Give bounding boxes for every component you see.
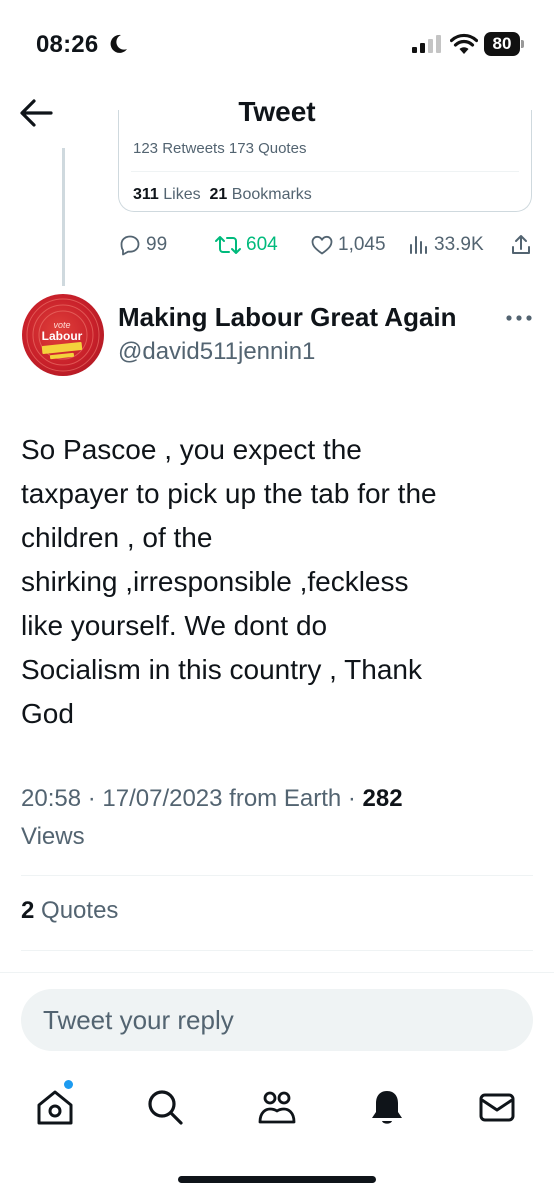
like-action[interactable]: 1,045 bbox=[310, 230, 386, 260]
tab-notifications[interactable] bbox=[366, 1086, 408, 1128]
more-options-icon[interactable] bbox=[505, 314, 533, 322]
views-number: 282 bbox=[362, 785, 403, 812]
heart-icon bbox=[311, 235, 333, 255]
views-label: Views bbox=[21, 823, 85, 850]
author-handle[interactable]: @david511jennin1 bbox=[118, 338, 315, 366]
home-notification-dot bbox=[64, 1080, 73, 1089]
retweets-quotes-stats[interactable]: 123 Retweets 173 Quotes bbox=[133, 140, 306, 157]
author-name[interactable]: Making Labour Great Again bbox=[118, 302, 457, 333]
reply-icon bbox=[120, 235, 140, 256]
tab-search[interactable] bbox=[144, 1086, 186, 1128]
bookmarks-count[interactable]: 21 bbox=[210, 186, 228, 203]
status-bar: 08:26 80 bbox=[0, 0, 554, 90]
quotes-divider bbox=[21, 950, 533, 951]
tab-messages[interactable] bbox=[476, 1086, 518, 1128]
stats-divider bbox=[131, 171, 519, 172]
likes-bookmarks-stats: 311 Likes 21 Bookmarks bbox=[133, 186, 312, 204]
likes-label[interactable]: Likes bbox=[163, 186, 200, 203]
messages-envelope-icon bbox=[479, 1093, 515, 1122]
tab-communities[interactable] bbox=[256, 1086, 298, 1128]
likes-count[interactable]: 311 bbox=[133, 186, 159, 203]
battery-tip bbox=[521, 40, 524, 48]
battery-indicator: 80 bbox=[484, 32, 524, 56]
tweet-metadata: 20:58 · 17/07/2023 from Earth · 282 View… bbox=[21, 780, 541, 856]
search-icon bbox=[148, 1090, 183, 1125]
views-chart-icon bbox=[410, 236, 427, 254]
parent-tweet-actions: 99 604 1,045 33.9K bbox=[118, 230, 534, 260]
meta-divider bbox=[21, 875, 533, 876]
quotes-label: Quotes bbox=[41, 897, 119, 924]
status-time: 08:26 bbox=[36, 31, 99, 58]
wifi-icon bbox=[450, 33, 478, 54]
back-arrow-icon[interactable] bbox=[18, 96, 54, 130]
quotes-count: 2 bbox=[21, 897, 35, 924]
vote-labour-rosette-image: vote Labour bbox=[26, 298, 100, 372]
quotes-stat[interactable]: 2 Quotes bbox=[21, 897, 118, 925]
notifications-bell-icon bbox=[372, 1091, 402, 1124]
tweet-text: So Pascoe , you expect the taxpayer to p… bbox=[21, 434, 437, 729]
tweet-timestamp: 20:58 · 17/07/2023 from Earth · bbox=[21, 785, 363, 812]
share-icon bbox=[512, 235, 530, 254]
tab-home[interactable] bbox=[34, 1086, 76, 1128]
thread-connector-line bbox=[62, 148, 65, 286]
parent-tweet-stats-card: 123 Retweets 173 Quotes 311 Likes 21 Boo… bbox=[118, 110, 532, 212]
reply-action[interactable]: 99 bbox=[118, 230, 167, 260]
views-count: 33.9K bbox=[434, 234, 484, 255]
battery-level: 80 bbox=[484, 32, 520, 56]
views-action[interactable]: 33.9K bbox=[408, 230, 484, 260]
focus-moon-icon bbox=[110, 34, 127, 53]
retweet-icon bbox=[215, 236, 241, 254]
bookmarks-label[interactable]: Bookmarks bbox=[232, 186, 312, 203]
cellular-signal-icon bbox=[412, 35, 441, 53]
share-action[interactable] bbox=[510, 230, 536, 260]
retweet-count: 604 bbox=[246, 234, 278, 255]
reply-input[interactable] bbox=[21, 989, 533, 1051]
like-count: 1,045 bbox=[338, 234, 386, 255]
retweet-action[interactable]: 604 bbox=[214, 230, 278, 260]
reply-count: 99 bbox=[146, 234, 168, 255]
communities-icon bbox=[258, 1091, 296, 1124]
home-icon bbox=[37, 1090, 73, 1125]
author-avatar[interactable]: vote Labour bbox=[22, 294, 104, 376]
reply-area-divider bbox=[0, 972, 554, 973]
avatar-line2: Labour bbox=[42, 329, 83, 343]
home-indicator-bar bbox=[178, 1176, 376, 1183]
